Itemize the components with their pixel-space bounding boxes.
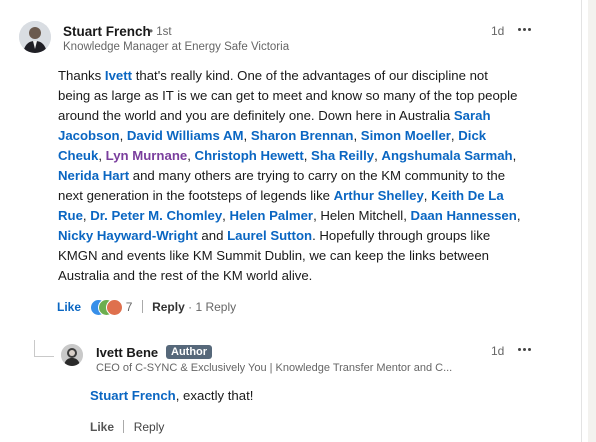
reply-actions: Like Reply	[90, 420, 164, 434]
mention-link[interactable]: Nicky Hayward-Wright	[58, 228, 198, 243]
comment-actions: Like 7 Reply · 1 Reply	[57, 299, 236, 316]
reply-text: , exactly that!	[175, 388, 254, 403]
reactions-summary[interactable]	[90, 299, 124, 316]
like-button[interactable]: Like	[90, 420, 114, 434]
mention-link[interactable]: Sha Reilly	[311, 148, 374, 163]
reaction-count[interactable]: 7	[126, 300, 133, 314]
avatar-stuart-french[interactable]	[19, 21, 51, 53]
comment-text: ,	[353, 128, 361, 143]
divider	[123, 420, 125, 433]
comment-text: ,	[303, 148, 312, 163]
comment-text: ,	[222, 208, 230, 223]
mention-link[interactable]: Stuart French	[90, 388, 176, 403]
comment-author-name[interactable]: Stuart French	[63, 24, 151, 39]
mention-link[interactable]: Christoph Hewett	[195, 148, 304, 163]
mention-link[interactable]: Lyn Murnane	[106, 148, 188, 163]
comment-text: Thanks	[58, 68, 105, 83]
comment-text: ,	[98, 148, 106, 163]
avatar-ivett-bene[interactable]	[61, 344, 83, 366]
thread-line	[34, 356, 54, 357]
comment-body: Thanks Ivett that's really kind. One of …	[58, 66, 523, 286]
mention-link[interactable]: Angshumala Sarmah	[381, 148, 512, 163]
mention-link[interactable]: Sharon Brennan	[251, 128, 354, 143]
connection-degree: • 1st	[149, 26, 172, 38]
page-gutter	[588, 0, 596, 442]
comment-text: ,	[516, 208, 521, 223]
comment-text: , Helen Mitchell,	[313, 208, 411, 223]
reply-button[interactable]: Reply	[134, 420, 165, 434]
reply-timestamp: 1d	[491, 344, 505, 358]
comment-timestamp: 1d	[491, 24, 505, 38]
more-options-icon[interactable]	[518, 28, 532, 32]
scroll-divider	[581, 0, 582, 442]
divider	[141, 300, 143, 313]
reply-button[interactable]: Reply	[152, 300, 185, 314]
mention-link[interactable]: Nerida Hart	[58, 168, 129, 183]
mention-link[interactable]: Dr. Peter M. Chomley	[90, 208, 222, 223]
comment-text: ,	[119, 128, 127, 143]
comment-text: ,	[243, 128, 251, 143]
reply-body: Stuart French, exactly that!	[90, 388, 253, 403]
mention-link[interactable]: Daan Hannessen	[411, 208, 517, 223]
mention-link[interactable]: Helen Palmer	[230, 208, 314, 223]
mention-link[interactable]: Arthur Shelley	[334, 188, 424, 203]
mention-link[interactable]: Laurel Sutton	[227, 228, 312, 243]
mention-link[interactable]: Simon Moeller	[361, 128, 451, 143]
like-button[interactable]: Like	[57, 300, 81, 314]
comment-text: ,	[512, 148, 517, 163]
comment-author-headline: Knowledge Manager at Energy Safe Victori…	[63, 41, 290, 53]
reply-author-name[interactable]: Ivett Bene	[96, 345, 158, 360]
comment-text: and	[197, 228, 228, 243]
mention-link[interactable]: David Williams AM	[127, 128, 244, 143]
author-badge: Author	[166, 345, 213, 359]
comment-text: ,	[187, 148, 195, 163]
more-options-icon[interactable]	[518, 348, 532, 352]
mention-link[interactable]: Ivett	[105, 68, 132, 83]
reply-count[interactable]: · 1 Reply	[188, 300, 236, 314]
reply-author-headline: CEO of C-SYNC & Exclusively You | Knowle…	[96, 362, 453, 374]
heart-icon	[106, 299, 124, 316]
thread-line	[34, 340, 35, 356]
